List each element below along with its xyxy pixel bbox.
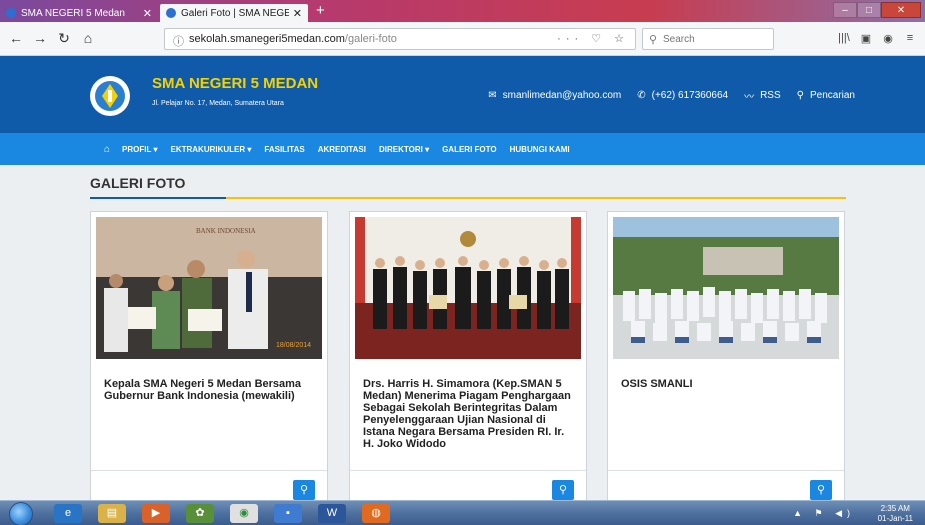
home-menu-icon[interactable]: ⌂ xyxy=(104,144,110,155)
site-header: SMA NEGERI 5 MEDAN Jl. Pelajar No. 17, M… xyxy=(0,56,925,133)
tab-title: Galeri Foto | SMA NEGERI 5 Me xyxy=(181,7,289,19)
search-icon: ⚲ xyxy=(649,34,658,46)
photo-banner-text: BANK INDONESIA xyxy=(196,227,256,235)
maximize-icon[interactable]: □ xyxy=(857,2,881,18)
menu-item-akreditasi[interactable]: AKREDITASI xyxy=(318,145,366,154)
page-actions-icon[interactable]: ··· ♡ ☆ xyxy=(557,32,629,45)
card-divider xyxy=(608,470,844,471)
window-controls: – □ ✕ xyxy=(833,2,921,18)
rss-icon: 〰 xyxy=(744,92,755,103)
phone-text: (+62) 617360664 xyxy=(651,90,729,101)
gallery-card[interactable]: BANK INDONESIA 18/08/2014 Kepala SMA Neg… xyxy=(90,211,328,501)
gallery-photo[interactable] xyxy=(613,217,839,359)
file-explorer-icon[interactable]: ▤ xyxy=(98,504,126,523)
gallery-photo[interactable] xyxy=(355,217,581,359)
gallery-card[interactable]: OSIS SMANLI ⚲ xyxy=(607,211,845,501)
site-info-icon[interactable]: ⓘ xyxy=(173,33,184,49)
home-icon[interactable]: ⌂ xyxy=(78,28,98,48)
start-button[interactable] xyxy=(9,502,33,525)
browser-tools: |||\ ▣ ◉ ≡ xyxy=(833,32,921,45)
sidebar-icon[interactable]: ▣ xyxy=(855,32,877,45)
school-address: Jl. Pelajar No. 17, Medan, Sumatera Utar… xyxy=(152,100,284,107)
site-favicon-icon xyxy=(166,8,176,18)
gallery-card[interactable]: Drs. Harris H. Simamora (Kep.SMAN 5 Meda… xyxy=(349,211,587,501)
firefox-icon[interactable]: ◍ xyxy=(362,504,390,523)
title-divider xyxy=(90,197,846,199)
site-search-text: Pencarian xyxy=(809,90,855,101)
main-menu: ⌂ PROFIL ▾ EKTRAKURIKULER ▾ FASILITAS AK… xyxy=(0,133,925,165)
header-contacts: ✉ smanlimedan@yahoo.com ✆ (+62) 61736066… xyxy=(472,88,855,103)
chrome-icon[interactable]: ◉ xyxy=(230,504,258,523)
search-icon: ⚲ xyxy=(796,90,804,101)
menu-item-fasilitas[interactable]: FASILITAS xyxy=(264,145,304,154)
clock-date: 01-Jan-11 xyxy=(877,514,913,523)
site-search-link[interactable]: ⚲ Pencarian xyxy=(797,90,855,101)
envelope-icon: ✉ xyxy=(488,90,497,101)
browser-search-box[interactable]: ⚲ xyxy=(642,28,774,50)
photo-app-icon[interactable]: ✿ xyxy=(186,504,214,523)
school-name[interactable]: SMA NEGERI 5 MEDAN xyxy=(152,75,318,92)
browser-search-input[interactable] xyxy=(663,32,763,46)
gallery-caption[interactable]: OSIS SMANLI xyxy=(621,378,833,390)
library-icon[interactable]: |||\ xyxy=(833,32,855,45)
card-divider xyxy=(91,470,327,471)
tab-title: SMA NEGERI 5 Medan xyxy=(21,7,125,19)
media-player-icon[interactable]: ▶ xyxy=(142,504,170,523)
forward-icon[interactable]: → xyxy=(30,28,50,48)
menu-item-ekstrakurikuler[interactable]: EKTRAKURIKULER ▾ xyxy=(170,145,251,154)
menu-item-profil[interactable]: PROFIL ▾ xyxy=(122,145,157,154)
word-icon[interactable]: W xyxy=(318,504,346,523)
rss-text: RSS xyxy=(760,90,781,101)
zoom-search-button[interactable]: ⚲ xyxy=(552,480,574,500)
zoom-search-button[interactable]: ⚲ xyxy=(810,480,832,500)
tab-sma-negeri-5-medan[interactable]: SMA NEGERI 5 Medan ✕ xyxy=(0,4,158,22)
windows-taskbar: e ▤ ▶ ✿ ◉ ▪ W ◍ ▲ ⚑ ◀) 2:35 AM 01-Jan-11 xyxy=(0,500,925,525)
minimize-icon[interactable]: – xyxy=(833,2,857,18)
menu-item-hubungi-kami[interactable]: HUBUNGI KAMI xyxy=(510,145,570,154)
phone-icon: ✆ xyxy=(637,90,646,101)
reload-icon[interactable]: ↻ xyxy=(54,28,74,48)
close-window-icon[interactable]: ✕ xyxy=(881,2,921,18)
page-content: GALERI FOTO BANK INDONESIA 18/08/2014 Ke… xyxy=(0,165,925,501)
rss-link[interactable]: 〰 RSS xyxy=(744,88,781,103)
browser-title-bar: SMA NEGERI 5 Medan ✕ Galeri Foto | SMA N… xyxy=(0,0,925,22)
taskbar-clock[interactable]: 2:35 AM 01-Jan-11 xyxy=(878,504,913,524)
school-logo[interactable] xyxy=(90,76,130,116)
system-tray[interactable]: ▲ ⚑ ◀) xyxy=(793,508,855,519)
close-tab-icon[interactable]: ✕ xyxy=(293,7,302,20)
menu-item-galeri-foto[interactable]: GALERI FOTO xyxy=(442,145,497,154)
email-link[interactable]: ✉ smanlimedan@yahoo.com xyxy=(488,90,621,101)
card-divider xyxy=(350,470,586,471)
menu-icon[interactable]: ≡ xyxy=(899,32,921,45)
site-favicon-icon xyxy=(6,8,16,18)
url-path: /galeri-foto xyxy=(344,33,397,45)
video-call-icon[interactable]: ▪ xyxy=(274,504,302,523)
zoom-search-button[interactable]: ⚲ xyxy=(293,480,315,500)
gallery-photo[interactable]: BANK INDONESIA 18/08/2014 xyxy=(96,217,322,359)
extension-icon[interactable]: ◉ xyxy=(877,32,899,45)
url-bar[interactable]: ⓘ sekolah.smanegeri5medan.com/galeri-fot… xyxy=(164,28,636,50)
email-text: smanlimedan@yahoo.com xyxy=(502,90,622,101)
internet-explorer-icon[interactable]: e xyxy=(54,504,82,523)
tab-galeri-foto[interactable]: Galeri Foto | SMA NEGERI 5 Me ✕ xyxy=(160,4,308,22)
url-domain: sekolah.smanegeri5medan.com xyxy=(189,33,345,45)
page-title: GALERI FOTO xyxy=(90,175,186,191)
back-icon[interactable]: ← xyxy=(6,28,26,48)
gallery-caption[interactable]: Drs. Harris H. Simamora (Kep.SMAN 5 Meda… xyxy=(363,378,575,450)
url-text[interactable]: sekolah.smanegeri5medan.com/galeri-foto xyxy=(189,33,397,45)
photo-date-text: 18/08/2014 xyxy=(276,342,311,349)
close-tab-icon[interactable]: ✕ xyxy=(143,7,152,20)
new-tab-icon[interactable]: + xyxy=(316,3,325,19)
browser-toolbar: ← → ↻ ⌂ ⓘ sekolah.smanegeri5medan.com/ga… xyxy=(0,22,925,56)
phone-link[interactable]: ✆ (+62) 617360664 xyxy=(637,90,728,101)
gallery-caption[interactable]: Kepala SMA Negeri 5 Medan Bersama Gubern… xyxy=(104,378,316,402)
clock-time: 2:35 AM xyxy=(880,504,910,513)
menu-item-direktori[interactable]: DIREKTORI ▾ xyxy=(379,145,429,154)
